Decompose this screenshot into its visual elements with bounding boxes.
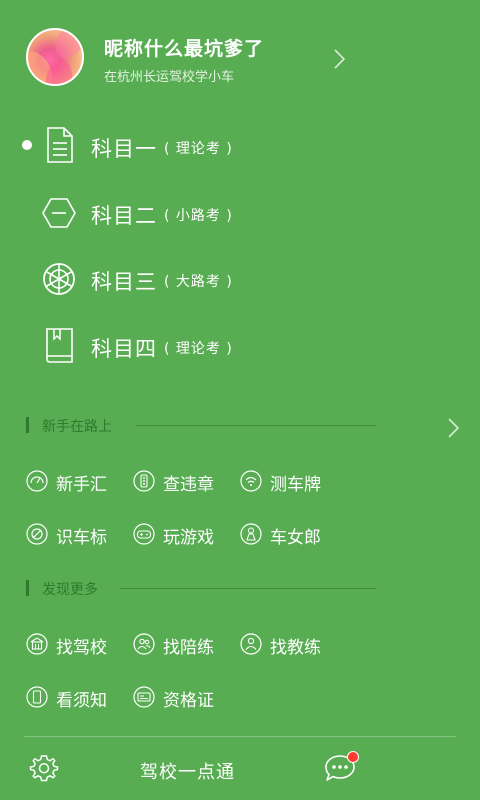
car-logo-icon — [26, 523, 48, 545]
divider — [24, 736, 456, 737]
feature-label: 资格证 — [163, 691, 214, 711]
section-bar — [26, 580, 29, 596]
feature-label: 找教练 — [270, 638, 321, 658]
profile-school: 在杭州长运驾校学小车 — [104, 70, 235, 85]
school-icon — [26, 633, 48, 655]
dashboard-icon — [26, 470, 48, 492]
subject-item-4[interactable]: 科目四 ( 理论考 ) — [0, 316, 480, 376]
user-icon — [240, 633, 262, 655]
section-title: 新手在路上 — [42, 419, 112, 435]
subject-item-1[interactable]: 科目一 ( 理论考 ) — [0, 116, 480, 176]
book-icon — [46, 328, 73, 363]
chevron-right-icon[interactable] — [328, 48, 350, 70]
section-header-discover: 发现更多 — [26, 579, 376, 599]
signal-icon — [240, 470, 262, 492]
feature-label: 车女郎 — [270, 528, 321, 548]
section-bar — [26, 417, 29, 433]
gamepad-icon — [133, 523, 155, 545]
section-title: 发现更多 — [42, 582, 98, 598]
feature-label: 找驾校 — [56, 638, 107, 658]
feature-label: 测车牌 — [270, 475, 321, 495]
gear-icon[interactable] — [29, 753, 59, 783]
bottom-bar: 驾校一点通 — [0, 736, 480, 800]
divider — [120, 588, 376, 589]
feature-label: 找陪练 — [163, 638, 214, 658]
subject-name: 科目四 — [91, 337, 157, 361]
feature-label: 查违章 — [163, 475, 214, 495]
person-icon — [240, 523, 262, 545]
subject-item-2[interactable]: 科目二 ( 小路考 ) — [0, 183, 480, 243]
hexagon-icon — [42, 198, 76, 228]
selected-indicator — [22, 140, 32, 150]
subject-name: 科目一 — [91, 137, 157, 161]
feature-label: 新手汇 — [56, 475, 107, 495]
section-header-newbie: 新手在路上 — [26, 416, 376, 436]
profile-nickname: 昵称什么最坑爹了 — [104, 38, 265, 60]
steering-wheel-icon — [43, 263, 75, 295]
feature-label: 看须知 — [56, 691, 107, 711]
notification-badge — [347, 751, 359, 763]
feature-label: 玩游戏 — [163, 528, 214, 548]
subject-item-3[interactable]: 科目三 ( 大路考 ) — [0, 249, 480, 309]
app-title: 驾校一点通 — [140, 762, 235, 783]
document-icon — [47, 127, 73, 163]
chevron-right-icon[interactable] — [442, 417, 464, 439]
subject-tag: ( 大路考 ) — [164, 274, 233, 290]
people-icon — [133, 633, 155, 655]
profile-header[interactable]: 昵称什么最坑爹了 在杭州长运驾校学小车 — [0, 0, 480, 118]
subject-tag: ( 理论考 ) — [164, 141, 233, 157]
phone-icon — [26, 686, 48, 708]
avatar[interactable] — [26, 28, 84, 86]
subject-tag: ( 理论考 ) — [164, 341, 233, 357]
subject-name: 科目二 — [91, 204, 157, 228]
traffic-light-icon — [133, 470, 155, 492]
subject-tag: ( 小路考 ) — [164, 208, 233, 224]
feature-label: 识车标 — [56, 528, 107, 548]
divider — [136, 425, 376, 426]
certificate-icon — [133, 686, 155, 708]
subject-name: 科目三 — [91, 270, 157, 294]
